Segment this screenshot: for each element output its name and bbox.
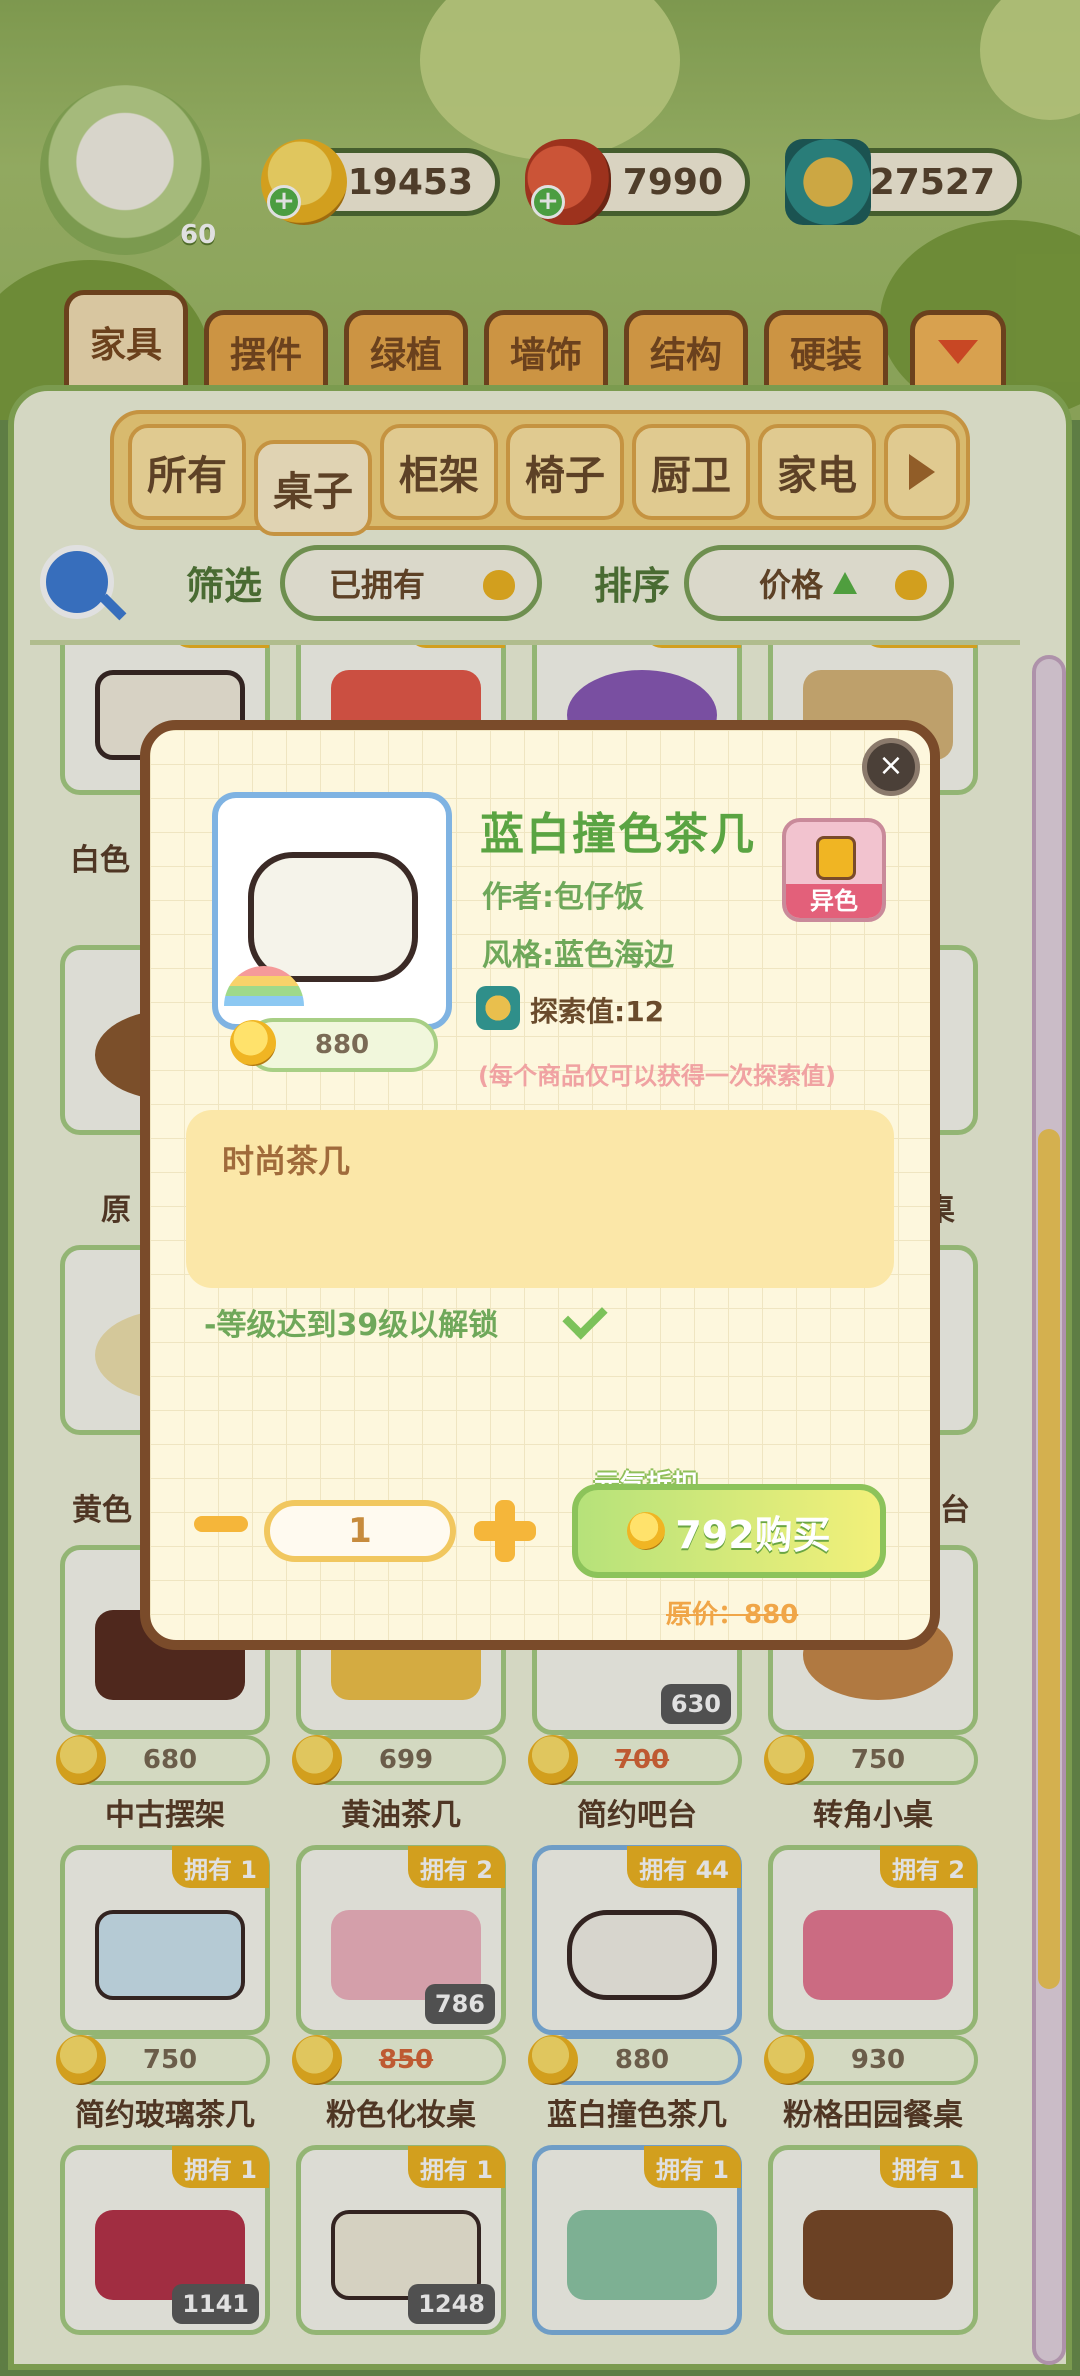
item-description: 时尚茶几 [222, 1142, 351, 1180]
variant-button[interactable]: 异色 [782, 818, 886, 922]
decrease-quantity-button[interactable] [194, 1516, 248, 1532]
coin-icon [230, 1020, 276, 1066]
item-style: 风格:蓝色海边 [482, 938, 674, 973]
quantity-value: 1 [348, 1511, 372, 1551]
checkmark-icon [566, 1298, 614, 1334]
unlock-requirement: -等级达到39级以解锁 [204, 1308, 499, 1343]
explore-book-icon [476, 986, 520, 1030]
item-title: 蓝白撞色茶几 [480, 809, 756, 860]
explore-note: (每个商品仅可以获得一次探索值) [478, 1062, 836, 1090]
item-preview-price: 880 [230, 1018, 438, 1072]
close-icon[interactable]: × [862, 738, 920, 796]
quantity-input[interactable]: 1 [264, 1500, 456, 1562]
increase-quantity-button[interactable] [474, 1500, 536, 1562]
item-author: 作者:包仔饭 [482, 880, 644, 915]
explore-value: 探索值:12 [530, 995, 665, 1028]
coin-icon [627, 1512, 666, 1550]
furniture-image [248, 852, 418, 982]
price-value: 880 [314, 1030, 370, 1060]
buy-label: 792购买 [675, 1512, 831, 1557]
item-preview [212, 792, 452, 1030]
buy-button[interactable]: 792购买 [572, 1484, 886, 1578]
variant-label: 异色 [786, 884, 882, 918]
original-price: 原价：880 [666, 1600, 799, 1630]
lock-icon [816, 836, 856, 880]
